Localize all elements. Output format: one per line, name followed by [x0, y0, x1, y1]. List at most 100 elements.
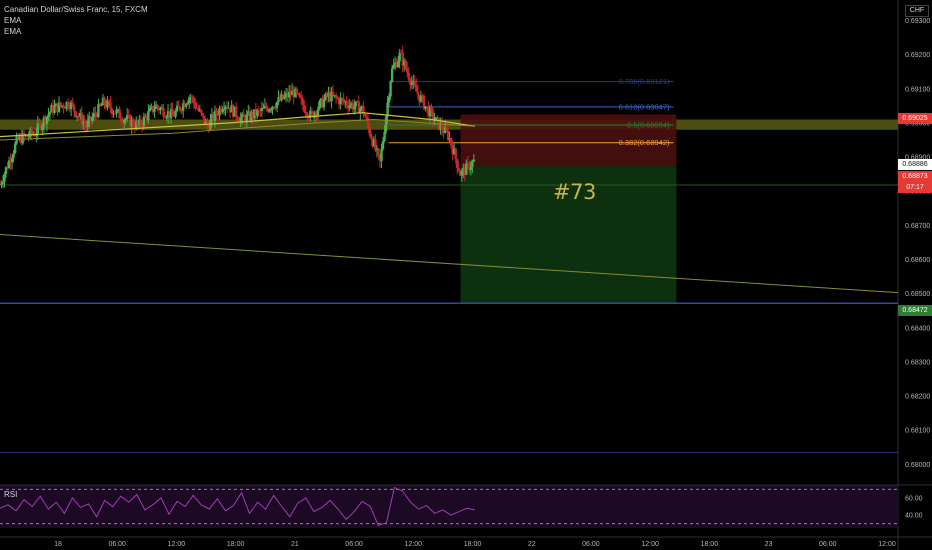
candle-body[interactable]: [300, 97, 303, 99]
candle-body[interactable]: [74, 111, 77, 117]
candle-body[interactable]: [94, 112, 97, 115]
candle-body[interactable]: [62, 105, 65, 108]
candle-body[interactable]: [162, 107, 165, 117]
candle-body[interactable]: [201, 113, 205, 116]
candle-body[interactable]: [83, 122, 86, 125]
ema-indicator-1[interactable]: EMA: [4, 15, 148, 26]
candle-body[interactable]: [322, 99, 326, 108]
candle-body[interactable]: [456, 158, 459, 169]
candle-body[interactable]: [298, 93, 301, 98]
candle-body[interactable]: [142, 116, 146, 126]
candle-body[interactable]: [383, 131, 386, 141]
candle-body[interactable]: [45, 116, 49, 124]
candle-body[interactable]: [174, 111, 177, 117]
candle-body[interactable]: [457, 168, 460, 172]
candle-body[interactable]: [304, 111, 308, 114]
candle-body[interactable]: [334, 95, 338, 98]
candle-body[interactable]: [396, 61, 400, 68]
candle-body[interactable]: [465, 162, 468, 175]
candle-body[interactable]: [469, 167, 473, 171]
candle-body[interactable]: [242, 113, 245, 117]
candle-body[interactable]: [353, 106, 356, 110]
candle-body[interactable]: [171, 109, 174, 116]
candle-body[interactable]: [283, 95, 286, 99]
candle-body[interactable]: [430, 107, 433, 111]
candle-body[interactable]: [30, 129, 33, 135]
candle-body[interactable]: [147, 111, 150, 121]
candle-body[interactable]: [406, 68, 409, 73]
candle-body[interactable]: [124, 119, 127, 121]
price-chart[interactable]: 0.693000.692000.691000.690000.689000.688…: [0, 0, 932, 550]
candle-body[interactable]: [318, 101, 321, 110]
candle-body[interactable]: [381, 140, 385, 150]
candle-body[interactable]: [200, 109, 203, 114]
candle-body[interactable]: [97, 103, 100, 118]
candle-body[interactable]: [460, 170, 463, 176]
candle-body[interactable]: [103, 97, 106, 105]
candle-body[interactable]: [118, 109, 121, 119]
candle-body[interactable]: [12, 153, 15, 158]
candle-body[interactable]: [122, 119, 126, 123]
candle-body[interactable]: [275, 101, 279, 108]
candle-body[interactable]: [115, 109, 118, 114]
candle-body[interactable]: [66, 101, 70, 108]
candle-body[interactable]: [265, 105, 268, 109]
candle-body[interactable]: [13, 143, 17, 154]
candle-body[interactable]: [53, 106, 56, 113]
candle-body[interactable]: [107, 100, 111, 103]
candle-body[interactable]: [71, 102, 74, 105]
candle-body[interactable]: [185, 104, 188, 107]
candle-body[interactable]: [413, 80, 417, 86]
candle-body[interactable]: [132, 119, 135, 127]
candle-body[interactable]: [156, 104, 159, 108]
ema-indicator-2[interactable]: EMA: [4, 26, 148, 37]
candle-body[interactable]: [36, 122, 40, 134]
candle-body[interactable]: [148, 108, 152, 112]
candle-body[interactable]: [365, 116, 368, 118]
candle-body[interactable]: [389, 81, 392, 97]
candle-body[interactable]: [222, 108, 226, 111]
candle-body[interactable]: [91, 117, 94, 121]
candle-body[interactable]: [269, 109, 273, 111]
candle-body[interactable]: [72, 104, 76, 112]
candle-body[interactable]: [416, 91, 420, 95]
candle-body[interactable]: [348, 105, 351, 109]
candle-body[interactable]: [387, 96, 391, 103]
candle-body[interactable]: [47, 114, 50, 117]
candle-body[interactable]: [345, 101, 348, 106]
candle-body[interactable]: [369, 133, 373, 139]
candle-body[interactable]: [449, 138, 453, 146]
candle-body[interactable]: [377, 148, 380, 155]
candle-body[interactable]: [301, 98, 304, 106]
candle-body[interactable]: [363, 113, 367, 117]
candle-body[interactable]: [221, 110, 224, 113]
candle-body[interactable]: [384, 116, 388, 132]
candle-body[interactable]: [445, 126, 448, 131]
candle-body[interactable]: [86, 120, 90, 128]
candle-body[interactable]: [368, 125, 371, 134]
candle-body[interactable]: [239, 117, 242, 122]
candle-body[interactable]: [0, 183, 3, 185]
candle-body[interactable]: [398, 52, 401, 62]
candle-body[interactable]: [380, 149, 383, 162]
candle-body[interactable]: [410, 82, 413, 85]
currency-unit-label[interactable]: CHF: [905, 5, 929, 17]
candle-body[interactable]: [10, 157, 14, 163]
candle-body[interactable]: [48, 112, 52, 115]
candle-body[interactable]: [295, 88, 298, 94]
candle-body[interactable]: [471, 161, 474, 168]
candle-body[interactable]: [366, 117, 370, 126]
candle-body[interactable]: [215, 110, 218, 115]
candle-body[interactable]: [1, 181, 5, 184]
candle-body[interactable]: [139, 119, 142, 126]
chart-legend[interactable]: Canadian Dollar/Swiss Franc, 15, FXCM EM…: [4, 4, 148, 37]
candle-body[interactable]: [236, 117, 239, 121]
candle-body[interactable]: [186, 102, 189, 105]
candle-body[interactable]: [331, 91, 335, 96]
candle-body[interactable]: [177, 105, 180, 107]
candle-body[interactable]: [303, 105, 306, 112]
candle-body[interactable]: [415, 85, 418, 92]
candle-body[interactable]: [153, 108, 156, 112]
candle-body[interactable]: [165, 117, 168, 119]
candle-body[interactable]: [404, 60, 407, 69]
